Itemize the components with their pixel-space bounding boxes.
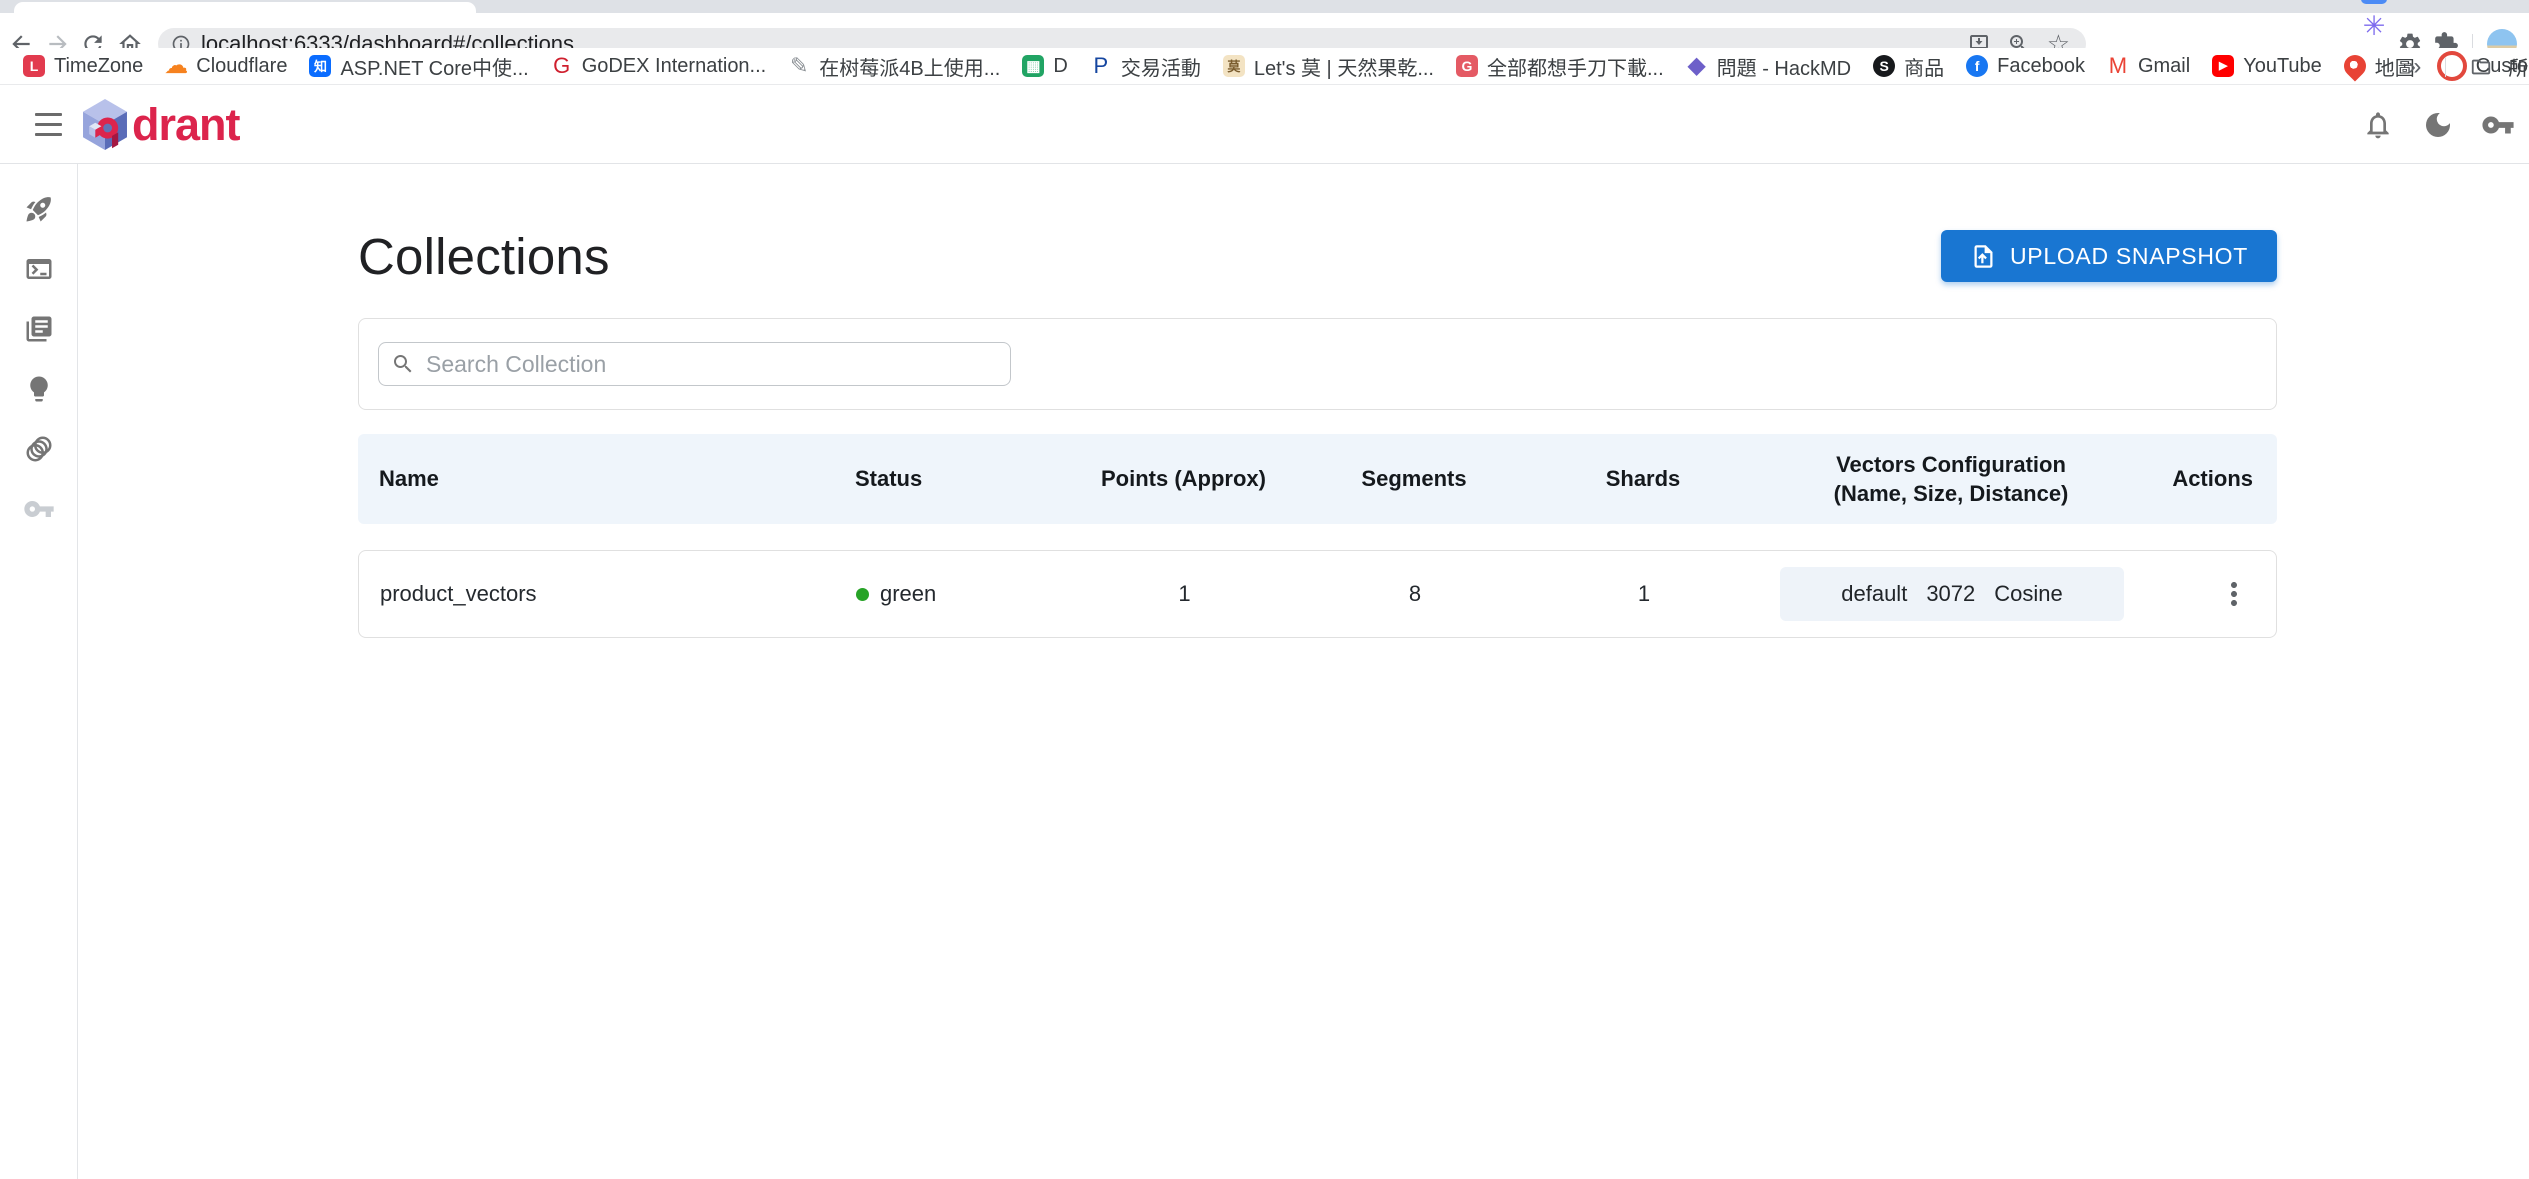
sidebar-item-apikey[interactable] [15,485,63,533]
qdrant-cube-icon [83,99,127,150]
sidebar-item-collections[interactable] [15,305,63,353]
collection-row[interactable]: product_vectors green 1 8 1 default 3072… [358,550,2277,638]
column-header-status: Status [838,466,1048,492]
column-header-name: Name [358,466,838,492]
extension-icon[interactable]: 文 [2356,0,2392,9]
bookmark-label: Gmail [2138,55,2190,78]
menu-hamburger-icon[interactable] [24,100,72,148]
app-header: drant [0,86,2529,164]
bookmark-favicon: ✎ [788,55,810,77]
bookmark-label: 在树莓派4B上使用... [819,52,1000,81]
bookmark-favicon: 知 [309,55,331,77]
bookmark-label: GoDEX Internation... [582,55,767,78]
bookmark-favicon: 莫 [1223,55,1245,77]
page-title: Collections [358,227,610,286]
table-header-row: Name Status Points (Approx) Segments Sha… [358,434,2277,524]
collection-shards: 1 [1510,581,1778,607]
bookmark-favicon [2339,50,2370,81]
search-collection-input[interactable] [378,342,1011,386]
bookmark-label: YouTube [2243,55,2322,78]
search-icon [391,352,415,376]
notifications-bell-icon[interactable] [2361,108,2395,142]
bookmark-item[interactable]: G GoDEX Internation... [540,48,778,84]
bookmark-item[interactable]: 莫 Let's 莫 | 天然果乾... [1212,48,1445,84]
bookmark-item[interactable]: f Facebook [1955,48,2096,84]
brand-text: drant [132,99,240,151]
api-key-icon[interactable] [2481,108,2515,142]
bookmark-label: 全部都想手刀下載... [1487,52,1664,81]
sidebar-item-datasets[interactable] [15,425,63,473]
vector-distance: Cosine [1994,581,2062,607]
sidebar-item-welcome[interactable] [15,185,63,233]
status-dot-green [856,588,869,601]
qdrant-logo[interactable]: drant [83,86,240,163]
bookmark-favicon: G [1456,55,1478,77]
vectors-config-cell: default 3072 Cosine [1778,567,2126,621]
row-actions-cell [2126,576,2278,612]
bookmark-label: ASP.NET Core中使... [340,52,528,81]
collection-name[interactable]: product_vectors [359,581,839,607]
vector-size: 3072 [1926,581,1975,607]
bookmark-label: 交易活動 [1121,52,1201,81]
search-panel [358,318,2277,410]
column-header-segments: Segments [1319,466,1509,492]
sidebar-item-tutorial[interactable] [15,365,63,413]
bookmark-favicon: P [1090,55,1112,77]
active-tab[interactable] [14,2,476,13]
bookmark-item[interactable]: G 全部都想手刀下載... [1445,48,1675,84]
collection-segments: 8 [1320,581,1510,607]
bookmark-label: 問題 - HackMD [1717,52,1851,81]
bookmarks-bar: L TimeZone ☁ Cloudflare 知 ASP.NET Core中使… [0,48,2529,85]
bookmark-favicon: ☁ [165,55,187,77]
upload-file-icon [1970,243,1997,270]
bookmark-favicon: L [23,55,45,77]
bookmark-favicon: M [2107,55,2129,77]
bookmark-item[interactable]: ▶ YouTube [2201,48,2333,84]
collection-points: 1 [1049,581,1320,607]
bookmark-item[interactable]: ✎ 在树莓派4B上使用... [777,48,1011,84]
column-header-actions: Actions [2125,466,2277,492]
collection-status: green [839,581,1049,607]
bookmark-item[interactable]: ☁ Cloudflare [154,48,298,84]
bookmark-favicon: ▦ [1022,55,1044,77]
status-label: green [880,581,936,607]
bookmark-item[interactable]: M Gmail [2096,48,2201,84]
bookmark-item[interactable]: ▦ D [1011,48,1078,84]
column-header-vectors: Vectors Configuration (Name, Size, Dista… [1777,450,2125,508]
bookmark-label: 商品 [1904,52,1944,81]
bookmark-item[interactable]: P 交易活動 [1079,48,1212,84]
bookmarks-overflow-chevron[interactable]: » [2408,53,2421,81]
bookmark-favicon: S [1873,55,1895,77]
extension-icon[interactable]: ✳ [2356,9,2392,44]
bookmark-label: Facebook [1997,55,2085,78]
vector-name: default [1841,581,1907,607]
bookmark-favicon: ▶ [2212,55,2234,77]
bookmark-label: Cloudflare [196,55,287,78]
bookmarks-divider [2445,57,2446,77]
sidebar [0,164,78,1179]
bookmark-item[interactable]: ◆ 問題 - HackMD [1675,48,1862,84]
dark-mode-moon-icon[interactable] [2421,108,2455,142]
bookmark-favicon: f [1966,55,1988,77]
sidebar-item-console[interactable] [15,245,63,293]
upload-snapshot-button[interactable]: UPLOAD SNAPSHOT [1941,230,2277,282]
more-vert-icon[interactable] [2216,576,2252,612]
folder-icon [2470,56,2492,78]
column-header-shards: Shards [1509,466,1777,492]
bookmark-item[interactable]: L TimeZone [12,48,154,84]
vectors-config-chip: default 3072 Cosine [1780,567,2124,621]
bookmark-favicon: ◆ [1686,55,1708,77]
tab-strip [0,0,2529,13]
screen: localhost:6333/dashboard#/collections ☆ [0,0,2529,1179]
bookmark-label: Let's 莫 | 天然果乾... [1254,52,1434,81]
bookmark-label: D [1053,55,1067,78]
main-content: Collections UPLOAD SNAPSHOT Name Status … [79,164,2529,1179]
bookmark-label: TimeZone [54,55,143,78]
bookmark-item[interactable]: S 商品 [1862,48,1955,84]
browser-toolbar: localhost:6333/dashboard#/collections ☆ [0,13,2529,48]
bookmark-item[interactable]: 知 ASP.NET Core中使... [298,48,539,84]
column-header-points: Points (Approx) [1048,466,1319,492]
bookmark-favicon: G [551,55,573,77]
all-bookmarks-label[interactable]: 所有書籤 [2508,52,2529,81]
